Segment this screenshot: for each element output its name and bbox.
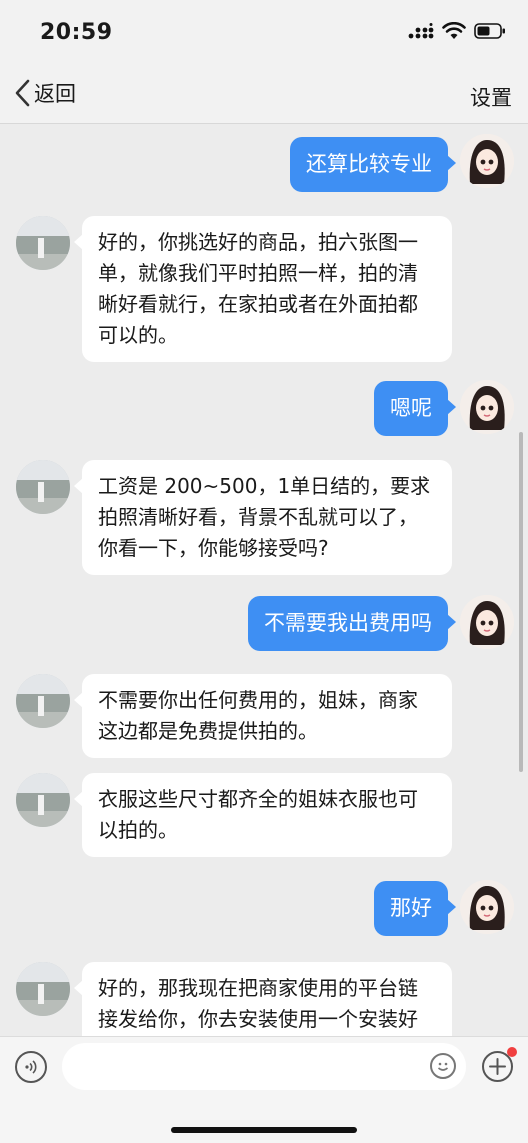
chat-scrollbar[interactable] <box>519 432 523 772</box>
plus-button[interactable] <box>482 1047 517 1082</box>
scenery-avatar-icon <box>16 460 70 514</box>
message-bubble-received: 工资是 200~500，1单日结的，要求拍照清晰好看，背景不乱就可以了，你看一下… <box>74 460 452 575</box>
message-bubble-sent: 嗯呢 <box>374 381 456 436</box>
wifi-icon <box>442 22 466 39</box>
settings-button[interactable]: 设置 <box>470 82 512 112</box>
message-bubble-received: 衣服这些尺寸都齐全的姐妹衣服也可以拍的。 <box>74 773 452 857</box>
girl-avatar-icon <box>460 880 514 934</box>
smiley-icon <box>437 1062 449 1071</box>
notification-dot <box>507 1047 517 1057</box>
input-bar <box>0 1036 528 1143</box>
voice-button[interactable] <box>15 1051 47 1083</box>
contact-avatar[interactable] <box>16 962 70 1016</box>
my-avatar[interactable] <box>460 380 514 434</box>
message-bubble-sent: 不需要我出费用吗 <box>248 596 456 651</box>
my-avatar[interactable] <box>460 880 514 934</box>
girl-avatar-icon <box>460 595 514 649</box>
home-indicator[interactable] <box>171 1127 357 1133</box>
status-bar: 20:59 <box>0 0 528 64</box>
voice-icon <box>25 1060 37 1074</box>
chat-area[interactable]: 还算比较专业 好的，你挑选好的商品，拍六张图一单，就像我们平时拍照一样，拍的清晰… <box>0 124 528 1036</box>
emoji-button[interactable] <box>430 1053 456 1079</box>
girl-avatar-icon <box>460 134 514 188</box>
battery-icon <box>474 23 505 39</box>
plus-icon <box>489 1058 506 1075</box>
nav-bar: 返回 设置 <box>0 64 528 124</box>
status-time: 20:59 <box>40 20 113 45</box>
chevron-left-icon <box>15 79 30 107</box>
scenery-avatar-icon <box>16 674 70 728</box>
girl-avatar-icon <box>460 380 514 434</box>
signal-icon <box>408 23 434 39</box>
message-bubble-received: 不需要你出任何费用的，姐妹，商家这边都是免费提供拍的。 <box>74 674 452 758</box>
contact-avatar[interactable] <box>16 460 70 514</box>
scenery-avatar-icon <box>16 216 70 270</box>
back-button[interactable]: 返回 <box>14 78 76 108</box>
my-avatar[interactable] <box>460 134 514 188</box>
scenery-avatar-icon <box>16 962 70 1016</box>
contact-avatar[interactable] <box>16 674 70 728</box>
contact-avatar[interactable] <box>16 216 70 270</box>
message-bubble-sent: 还算比较专业 <box>290 137 456 192</box>
contact-avatar[interactable] <box>16 773 70 827</box>
message-bubble-received: 好的，你挑选好的商品，拍六张图一单，就像我们平时拍照一样，拍的清晰好看就行，在家… <box>74 216 452 362</box>
message-bubble-received: 好的，那我现在把商家使用的平台链接发给你，你去安装使用一个安装好了，我添加你一起… <box>74 962 452 1036</box>
my-avatar[interactable] <box>460 595 514 649</box>
message-input[interactable] <box>62 1043 466 1090</box>
message-bubble-sent: 那好 <box>374 881 456 936</box>
back-label: 返回 <box>34 82 76 106</box>
scenery-avatar-icon <box>16 773 70 827</box>
status-icons <box>408 22 506 40</box>
